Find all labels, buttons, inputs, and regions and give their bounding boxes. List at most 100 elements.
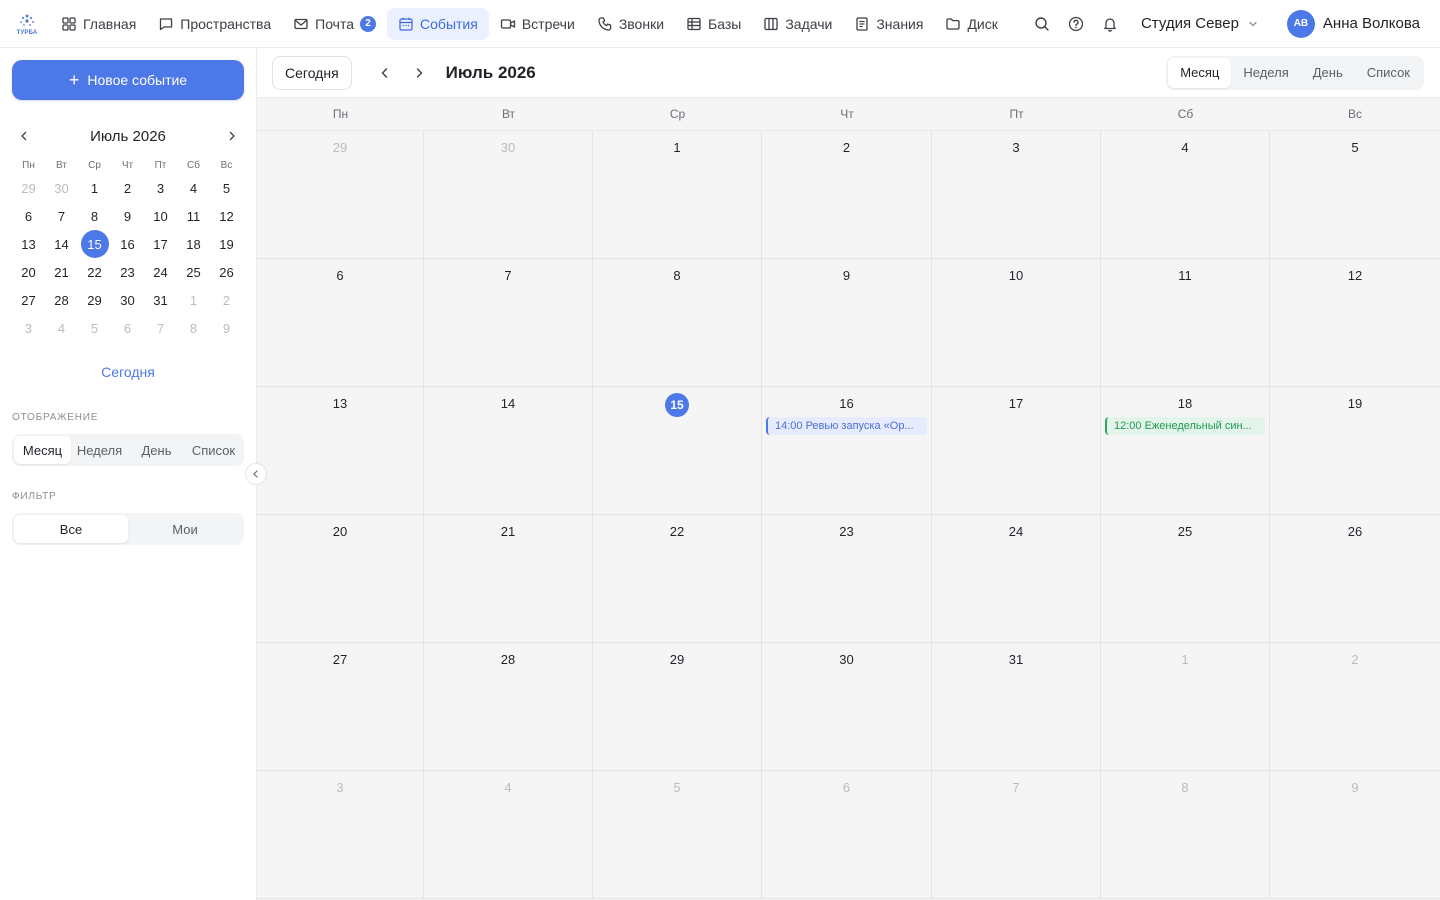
day-cell[interactable]: 19 bbox=[1270, 387, 1440, 515]
filter-option[interactable]: Все bbox=[14, 515, 128, 543]
mini-prev-month-button[interactable] bbox=[12, 124, 36, 148]
day-cell[interactable]: 9 bbox=[1270, 771, 1440, 899]
day-cell[interactable]: 7 bbox=[424, 259, 593, 387]
mini-day[interactable]: 4 bbox=[177, 174, 210, 202]
display-option[interactable]: Неделя bbox=[71, 436, 128, 464]
mini-day[interactable]: 6 bbox=[12, 202, 45, 230]
day-cell-today[interactable]: 15 bbox=[593, 387, 762, 515]
mini-day[interactable]: 8 bbox=[78, 202, 111, 230]
collapse-sidebar-button[interactable] bbox=[245, 463, 267, 485]
mini-day[interactable]: 5 bbox=[210, 174, 243, 202]
day-cell[interactable]: 25 bbox=[1101, 515, 1270, 643]
day-cell[interactable]: 20 bbox=[257, 515, 424, 643]
day-cell[interactable]: 3 bbox=[932, 131, 1101, 259]
nav-item-knowledge[interactable]: Знания bbox=[843, 8, 934, 40]
mini-day[interactable]: 9 bbox=[111, 202, 144, 230]
day-cell[interactable]: 13 bbox=[257, 387, 424, 515]
view-option[interactable]: Список bbox=[1355, 58, 1422, 88]
mini-day[interactable]: 1 bbox=[177, 286, 210, 314]
mini-day[interactable]: 16 bbox=[111, 230, 144, 258]
mini-day[interactable]: 30 bbox=[111, 286, 144, 314]
notifications-button[interactable] bbox=[1093, 7, 1127, 41]
day-cell[interactable]: 30 bbox=[424, 131, 593, 259]
day-cell[interactable]: 2 bbox=[762, 131, 932, 259]
view-option[interactable]: Неделя bbox=[1231, 58, 1300, 88]
calendar-event[interactable]: 14:00 Ревью запуска «Ор... bbox=[766, 417, 927, 435]
new-event-button[interactable]: + Новое событие bbox=[12, 60, 244, 100]
mini-next-month-button[interactable] bbox=[220, 124, 244, 148]
mini-day-today[interactable]: 15 bbox=[78, 230, 111, 258]
mini-day[interactable]: 18 bbox=[177, 230, 210, 258]
day-cell[interactable]: 4 bbox=[424, 771, 593, 899]
day-cell[interactable]: 7 bbox=[932, 771, 1101, 899]
avatar[interactable]: АВ bbox=[1286, 9, 1315, 38]
mini-day[interactable]: 27 bbox=[12, 286, 45, 314]
day-cell[interactable]: 5 bbox=[593, 771, 762, 899]
mini-day[interactable]: 31 bbox=[144, 286, 177, 314]
day-cell[interactable]: 5 bbox=[1270, 131, 1440, 259]
day-cell[interactable]: 9 bbox=[762, 259, 932, 387]
day-cell[interactable]: 29 bbox=[593, 643, 762, 771]
display-option[interactable]: День bbox=[128, 436, 185, 464]
mini-day[interactable]: 28 bbox=[45, 286, 78, 314]
mini-day[interactable]: 24 bbox=[144, 258, 177, 286]
workspace-switcher[interactable]: Студия Север bbox=[1141, 15, 1259, 32]
day-cell[interactable]: 3 bbox=[257, 771, 424, 899]
mini-day[interactable]: 30 bbox=[45, 174, 78, 202]
day-cell[interactable]: 29 bbox=[257, 131, 424, 259]
day-cell[interactable]: 6 bbox=[257, 259, 424, 387]
mini-day[interactable]: 3 bbox=[144, 174, 177, 202]
mini-day[interactable]: 1 bbox=[78, 174, 111, 202]
mini-day[interactable]: 20 bbox=[12, 258, 45, 286]
mini-day[interactable]: 23 bbox=[111, 258, 144, 286]
filter-option[interactable]: Мои bbox=[128, 515, 242, 543]
sidebar-today-link[interactable]: Сегодня bbox=[12, 364, 244, 380]
mini-day[interactable]: 2 bbox=[111, 174, 144, 202]
mini-day[interactable]: 9 bbox=[210, 314, 243, 342]
mini-day[interactable]: 13 bbox=[12, 230, 45, 258]
day-cell[interactable]: 24 bbox=[932, 515, 1101, 643]
app-logo[interactable]: ТУРБА bbox=[7, 0, 47, 48]
day-cell[interactable]: 10 bbox=[932, 259, 1101, 387]
view-option[interactable]: Месяц bbox=[1168, 57, 1232, 88]
day-cell[interactable]: 28 bbox=[424, 643, 593, 771]
display-option[interactable]: Месяц bbox=[14, 436, 71, 464]
view-option[interactable]: День bbox=[1301, 58, 1355, 88]
prev-month-button[interactable] bbox=[370, 58, 400, 88]
mini-day[interactable]: 22 bbox=[78, 258, 111, 286]
nav-item-meetings[interactable]: Встречи bbox=[489, 8, 586, 40]
nav-item-tasks[interactable]: Задачи bbox=[752, 8, 843, 40]
mini-day[interactable]: 2 bbox=[210, 286, 243, 314]
mini-day[interactable]: 3 bbox=[12, 314, 45, 342]
day-cell[interactable]: 30 bbox=[762, 643, 932, 771]
mini-day[interactable]: 8 bbox=[177, 314, 210, 342]
mini-day[interactable]: 19 bbox=[210, 230, 243, 258]
day-cell[interactable]: 1 bbox=[593, 131, 762, 259]
day-cell[interactable]: 11 bbox=[1101, 259, 1270, 387]
mini-day[interactable]: 29 bbox=[12, 174, 45, 202]
day-cell[interactable]: 18 12:00 Еженедельный син... bbox=[1101, 387, 1270, 515]
day-cell[interactable]: 8 bbox=[1101, 771, 1270, 899]
mini-day[interactable]: 26 bbox=[210, 258, 243, 286]
day-cell[interactable]: 1 bbox=[1101, 643, 1270, 771]
mini-day[interactable]: 17 bbox=[144, 230, 177, 258]
day-cell[interactable]: 14 bbox=[424, 387, 593, 515]
day-cell[interactable]: 26 bbox=[1270, 515, 1440, 643]
day-cell[interactable]: 16 14:00 Ревью запуска «Ор... bbox=[762, 387, 932, 515]
today-button[interactable]: Сегодня bbox=[272, 55, 352, 90]
user-name[interactable]: Анна Волкова bbox=[1323, 15, 1420, 32]
day-cell[interactable]: 31 bbox=[932, 643, 1101, 771]
display-option[interactable]: Список bbox=[185, 436, 242, 464]
mini-day[interactable]: 10 bbox=[144, 202, 177, 230]
day-cell[interactable]: 4 bbox=[1101, 131, 1270, 259]
next-month-button[interactable] bbox=[404, 58, 434, 88]
search-button[interactable] bbox=[1025, 7, 1059, 41]
mini-day[interactable]: 7 bbox=[144, 314, 177, 342]
mini-day[interactable]: 7 bbox=[45, 202, 78, 230]
mini-day[interactable]: 25 bbox=[177, 258, 210, 286]
nav-item-events[interactable]: События bbox=[387, 7, 489, 40]
help-button[interactable] bbox=[1059, 7, 1093, 41]
mini-day[interactable]: 11 bbox=[177, 202, 210, 230]
day-cell[interactable]: 6 bbox=[762, 771, 932, 899]
nav-item-home[interactable]: Главная bbox=[50, 8, 147, 40]
